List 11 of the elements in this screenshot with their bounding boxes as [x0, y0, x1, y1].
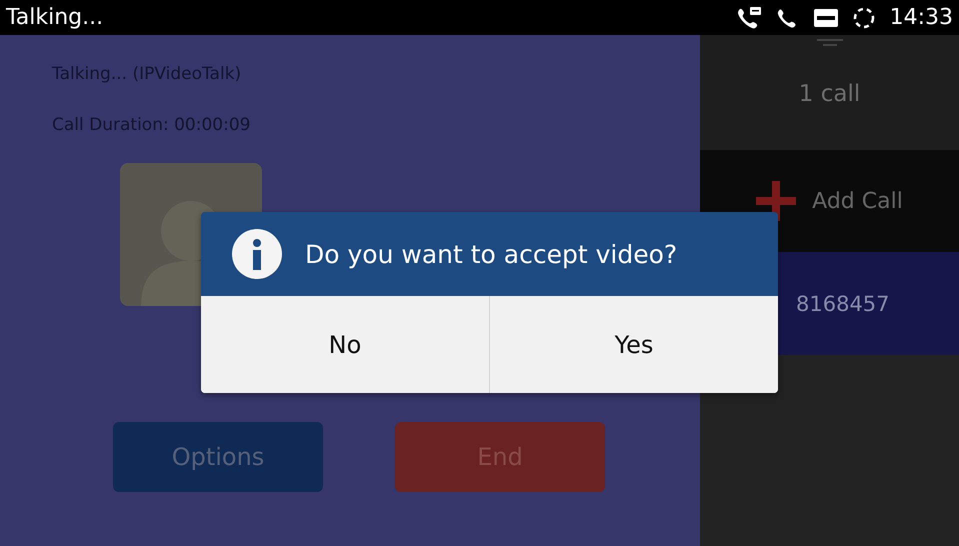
clock-time: 14:33: [890, 5, 953, 30]
dialog-button[interactable]: Yes: [489, 296, 778, 393]
call-count: 1 call: [798, 81, 860, 107]
dialog-message: Do you want to accept video?: [305, 240, 678, 268]
info-icon: [231, 228, 283, 280]
call-status: Talking... (IPVideoTalk): [52, 63, 242, 86]
status-title: Talking...: [6, 5, 104, 30]
phone-message-icon: [736, 6, 762, 30]
call-duration: Call Duration: 00:00:09: [52, 114, 252, 137]
loading-icon: [852, 6, 876, 30]
drag-handle-icon: [816, 39, 842, 49]
